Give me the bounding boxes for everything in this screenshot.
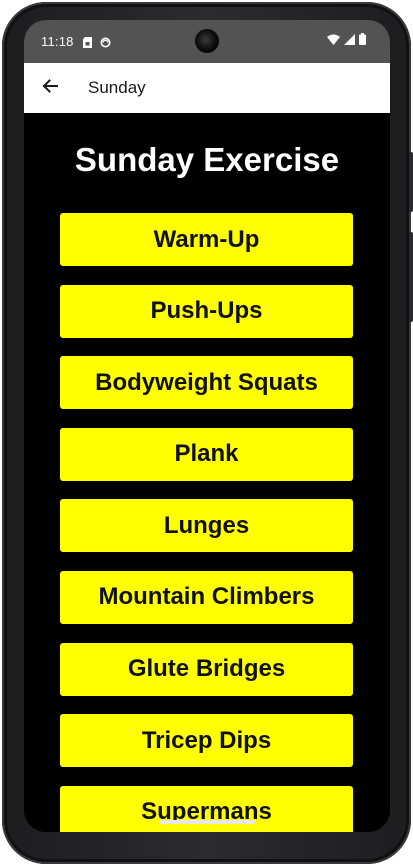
app-bar-title: Sunday (88, 78, 146, 97)
exercise-button-glute-bridges[interactable]: Glute Bridges (60, 642, 353, 696)
exercise-list: Warm-Up Push-Ups Bodyweight Squats Plank… (60, 213, 353, 832)
battery-icon (359, 32, 366, 50)
exercise-button-lunges[interactable]: Lunges (60, 499, 353, 553)
back-button[interactable] (34, 72, 66, 104)
power-button (409, 152, 413, 212)
exercise-button-bodyweight-squats[interactable]: Bodyweight Squats (60, 356, 353, 410)
status-icons (327, 32, 366, 50)
exercise-button-push-ups[interactable]: Push-Ups (60, 284, 353, 338)
sync-icon (100, 35, 111, 53)
status-time: 11:18 (41, 34, 74, 49)
exercise-button-tricep-dips[interactable]: Tricep Dips (60, 714, 353, 768)
volume-button (409, 232, 413, 322)
page-title: Sunday Exercise (74, 141, 340, 178)
cellular-signal-icon (344, 32, 355, 50)
front-camera (195, 29, 219, 53)
arrow-left-icon (41, 77, 59, 100)
sim-card-icon (83, 35, 92, 53)
wifi-icon (327, 32, 340, 50)
exercise-button-warm-up[interactable]: Warm-Up (60, 213, 353, 266)
exercise-button-supermans[interactable]: Supermans (60, 785, 353, 832)
screen: 11:18 Sunday Sunday Exercise Warm-Up Pus… (24, 20, 390, 832)
status-bar: 11:18 (24, 20, 390, 63)
exercise-screen[interactable]: Sunday Exercise Warm-Up Push-Ups Bodywei… (24, 113, 390, 832)
exercise-button-plank[interactable]: Plank (60, 427, 353, 481)
app-bar: Sunday (24, 63, 390, 113)
gesture-navigation-bar[interactable] (159, 820, 255, 824)
exercise-button-mountain-climbers[interactable]: Mountain Climbers (60, 570, 353, 624)
